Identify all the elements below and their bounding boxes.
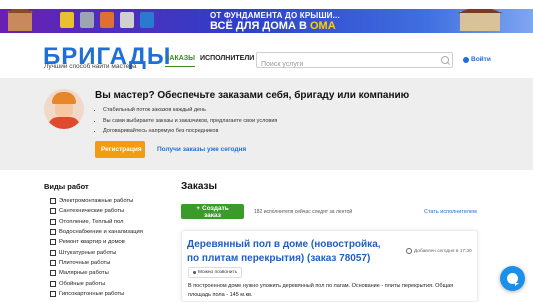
search-box <box>256 52 453 72</box>
checkbox[interactable] <box>50 249 56 256</box>
checkbox[interactable] <box>50 229 56 236</box>
hero-benefits: Стабильный поток заказов каждый день Вы … <box>95 107 277 139</box>
checkbox[interactable] <box>50 198 56 205</box>
order-description: В построенном доме нужно уложить деревян… <box>188 283 454 298</box>
order-title[interactable]: Деревянный пол в доме (новостройка, по п… <box>187 238 392 266</box>
house-icon <box>6 9 34 31</box>
search-icon[interactable] <box>441 56 449 64</box>
work-type-item[interactable]: Малярные работы <box>50 268 143 278</box>
work-types-list: Электромонтажные работы Сантехнические р… <box>50 196 143 299</box>
work-type-item[interactable]: Электромонтажные работы <box>50 196 143 206</box>
login-link[interactable]: Войти <box>463 56 491 63</box>
work-type-item[interactable]: Плиточные работы <box>50 258 143 268</box>
checkbox[interactable] <box>50 259 56 266</box>
get-orders-link[interactable]: Получи заказы уже сегодня <box>157 146 246 153</box>
checkbox[interactable] <box>50 270 56 277</box>
checkbox[interactable] <box>50 280 56 287</box>
user-icon <box>463 56 469 63</box>
call-badge: Можно позвонить <box>188 267 243 278</box>
nav-orders[interactable]: ЗАКАЗЫ <box>165 55 196 67</box>
watchers-count: 182 исполнителя сейчас следят за лентой <box>254 209 353 215</box>
checkbox[interactable] <box>50 218 56 225</box>
banner-brand: ОМА <box>309 20 336 32</box>
hero-benefit: Договаривайтесь напрямую без посредников <box>103 128 277 139</box>
order-added-time: Добавлен сегодня в 17:30 <box>406 248 472 254</box>
search-input[interactable] <box>257 57 431 72</box>
plus-icon: + <box>196 205 201 212</box>
work-type-item[interactable]: Обойные работы <box>50 278 143 288</box>
checkbox[interactable] <box>50 208 56 215</box>
login-label: Войти <box>471 56 491 63</box>
banner-line2: ВСЁ ДЛЯ ДОМА В ОМА <box>210 20 336 32</box>
orders-title: Заказы <box>181 181 218 192</box>
nav-workers[interactable]: ИСПОЛНИТЕЛИ <box>200 55 254 62</box>
clock-icon <box>406 248 412 254</box>
checkbox[interactable] <box>50 239 56 246</box>
banner-line1: ОТ ФУНДАМЕНТА ДО КРЫШИ... <box>210 11 340 20</box>
work-type-item[interactable]: Сантехнические работы <box>50 206 143 216</box>
checkbox[interactable] <box>50 290 56 297</box>
hero-benefit: Вы сами выбираете заказы и заказчиков, п… <box>103 118 277 129</box>
chat-button[interactable] <box>500 266 525 291</box>
work-type-item[interactable]: Гипсокартонные работы <box>50 289 143 299</box>
become-worker-link[interactable]: Стать исполнителем <box>424 209 477 215</box>
hero-benefit: Стабильный поток заказов каждый день <box>103 107 277 118</box>
work-type-item[interactable]: Штукатурные работы <box>50 247 143 257</box>
work-types-title: Виды работ <box>44 182 89 191</box>
chat-icon <box>507 273 519 286</box>
house-icon <box>457 9 503 31</box>
work-type-item[interactable]: Отопление, Теплый пол <box>50 217 143 227</box>
site-tagline: Лучший способ найти мастера <box>44 63 137 70</box>
create-order-button[interactable]: + Создать заказ <box>181 204 244 219</box>
register-button[interactable]: Регистрация <box>95 141 145 158</box>
work-type-item[interactable]: Ремонт квартир и домов <box>50 237 143 247</box>
hero-title: Вы мастер? Обеспечьте заказами себя, бри… <box>95 90 410 101</box>
work-type-item[interactable]: Водоснабжение и канализация <box>50 227 143 237</box>
tools-image <box>60 12 154 28</box>
worker-avatar <box>44 89 84 129</box>
phone-icon <box>193 271 196 274</box>
promo-banner[interactable]: ОТ ФУНДАМЕНТА ДО КРЫШИ... ВСЁ ДЛЯ ДОМА В… <box>0 9 533 33</box>
